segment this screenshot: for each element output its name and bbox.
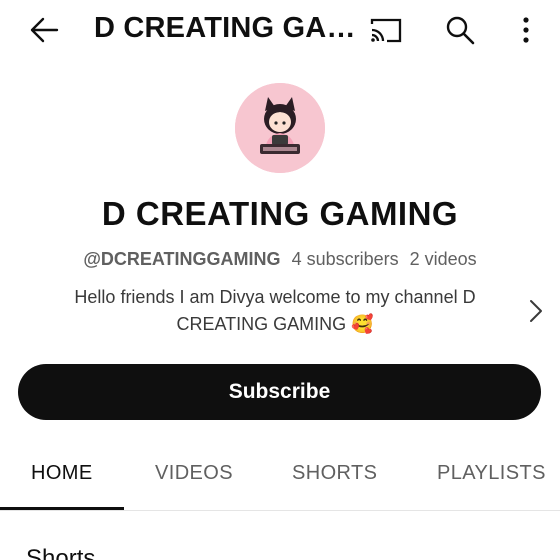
channel-tabs: HOME VIDEOS SHORTS PLAYLISTS bbox=[0, 444, 560, 511]
channel-description[interactable]: Hello friends I am Divya welcome to my c… bbox=[40, 284, 510, 338]
back-arrow-icon bbox=[30, 17, 59, 43]
subscribe-button[interactable]: Subscribe bbox=[18, 364, 541, 420]
page-title: D CREATING GA… bbox=[94, 12, 354, 44]
tab-playlists[interactable]: PLAYLISTS bbox=[437, 462, 546, 485]
description-expand-button[interactable] bbox=[522, 296, 550, 326]
subscriber-count: 4 subscribers bbox=[291, 249, 399, 269]
cast-button[interactable] bbox=[364, 10, 408, 50]
channel-page: D CREATING GA… D CREATING GAMING @DCREAT… bbox=[0, 0, 560, 560]
channel-avatar[interactable] bbox=[235, 83, 325, 173]
back-button[interactable] bbox=[22, 10, 66, 50]
channel-meta: @DCREATINGGAMING 4 subscribers 2 videos bbox=[0, 249, 560, 270]
more-options-button[interactable] bbox=[504, 10, 548, 50]
search-icon bbox=[446, 16, 475, 45]
top-app-bar: D CREATING GA… bbox=[0, 0, 560, 62]
video-count: 2 videos bbox=[409, 249, 477, 269]
tab-home[interactable]: HOME bbox=[31, 462, 93, 485]
tab-videos[interactable]: VIDEOS bbox=[155, 462, 233, 485]
section-title-shorts: Shorts bbox=[26, 545, 96, 560]
avatar-image-icon bbox=[235, 83, 325, 173]
search-button[interactable] bbox=[438, 10, 482, 50]
cast-icon bbox=[370, 18, 402, 43]
active-tab-indicator bbox=[0, 507, 124, 510]
channel-handle: @DCREATINGGAMING bbox=[83, 249, 281, 269]
tab-shorts[interactable]: SHORTS bbox=[292, 462, 377, 485]
channel-name: D CREATING GAMING bbox=[101, 195, 459, 232]
more-vert-icon bbox=[523, 17, 529, 43]
chevron-right-icon bbox=[530, 300, 542, 322]
